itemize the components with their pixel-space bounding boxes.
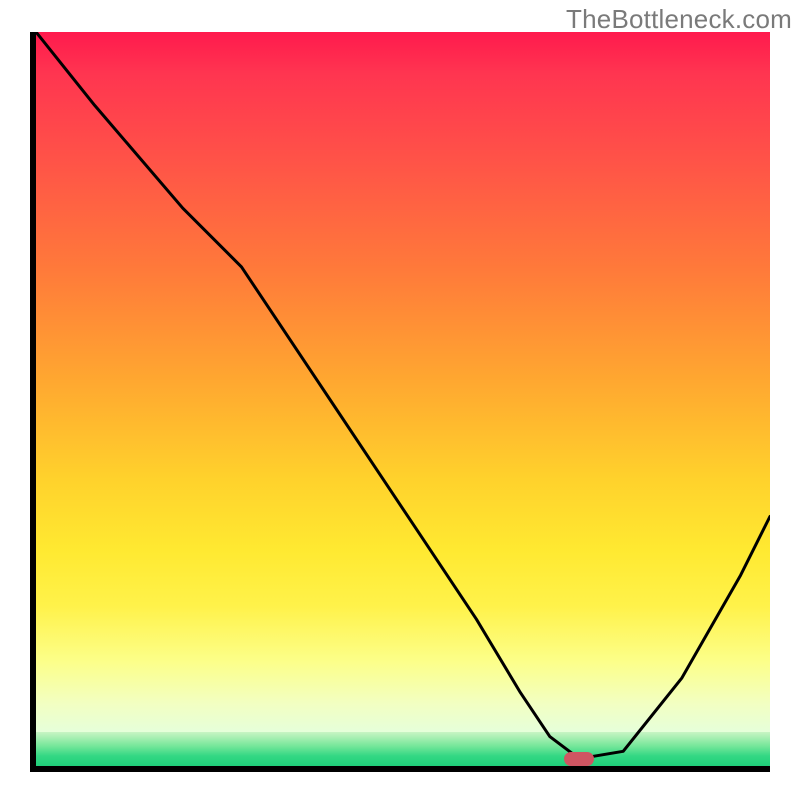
chart-stage: TheBottleneck.com: [0, 0, 800, 800]
watermark-label: TheBottleneck.com: [566, 4, 792, 35]
plot-area: [30, 32, 770, 772]
curve-path: [36, 32, 770, 759]
bottleneck-curve: [36, 32, 770, 766]
minimum-marker: [564, 752, 594, 766]
